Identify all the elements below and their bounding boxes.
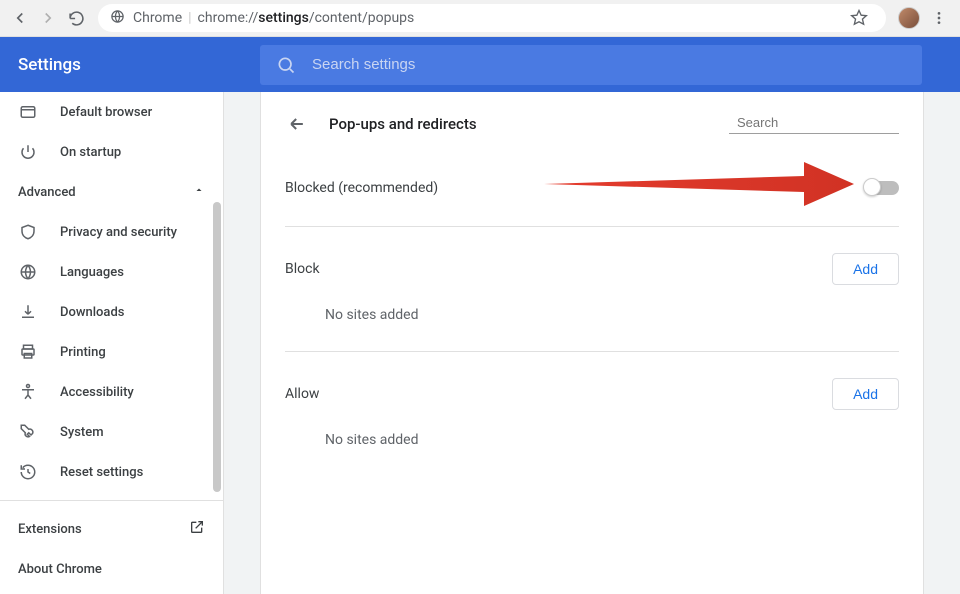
settings-search-input[interactable]: [312, 56, 906, 73]
page-search-input[interactable]: [737, 115, 913, 130]
url-label: Chrome: [133, 10, 182, 26]
settings-body: Default browser On startup Advanced Priv…: [0, 92, 960, 594]
sidebar-item-label: System: [60, 425, 104, 440]
back-arrow-button[interactable]: [285, 112, 309, 136]
block-empty-message: No sites added: [285, 293, 899, 337]
block-label: Block: [285, 261, 320, 277]
sidebar-item-label: Reset settings: [60, 465, 143, 480]
address-bar[interactable]: Chrome | chrome://settings/content/popup…: [98, 4, 886, 32]
block-section-header: Block Add: [285, 245, 899, 293]
main-area: Pop-ups and redirects Blocked (recommend…: [224, 92, 960, 594]
divider: [285, 351, 899, 352]
sidebar-item-printing[interactable]: Printing: [0, 332, 223, 372]
chrome-menu-icon[interactable]: [924, 3, 954, 33]
settings-header: Settings: [0, 37, 960, 92]
sidebar-item-downloads[interactable]: Downloads: [0, 292, 223, 332]
card-header: Pop-ups and redirects: [285, 112, 899, 136]
settings-card: Pop-ups and redirects Blocked (recommend…: [260, 92, 924, 594]
sidebar-item-label: On startup: [60, 145, 121, 160]
shield-icon: [18, 222, 38, 242]
toggle-label: Blocked (recommended): [285, 180, 438, 196]
accessibility-icon: [18, 382, 38, 402]
sidebar-item-label: Extensions: [18, 522, 82, 537]
sidebar-item-label: Downloads: [60, 305, 124, 320]
sidebar-item-reset[interactable]: Reset settings: [0, 452, 223, 492]
sidebar-item-on-startup[interactable]: On startup: [0, 132, 223, 172]
popups-toggle[interactable]: [865, 181, 899, 195]
reload-button[interactable]: [62, 4, 90, 32]
block-add-button[interactable]: Add: [832, 253, 899, 285]
toggle-knob: [863, 178, 881, 196]
site-info-icon[interactable]: [110, 9, 125, 28]
sidebar-item-label: Privacy and security: [60, 225, 177, 240]
forward-button[interactable]: [34, 4, 62, 32]
sidebar-item-extensions[interactable]: Extensions: [0, 509, 223, 549]
print-icon: [18, 342, 38, 362]
sidebar-item-system[interactable]: System: [0, 412, 223, 452]
download-icon: [18, 302, 38, 322]
search-icon: [276, 55, 296, 75]
bookmark-star-icon[interactable]: [844, 3, 874, 33]
allow-empty-message: No sites added: [285, 418, 899, 462]
sidebar-section-advanced[interactable]: Advanced: [0, 172, 223, 212]
chevron-up-icon: [193, 184, 205, 200]
sidebar-item-label: Languages: [60, 265, 124, 280]
browser-toolbar: Chrome | chrome://settings/content/popup…: [0, 0, 960, 37]
sidebar-item-accessibility[interactable]: Accessibility: [0, 372, 223, 412]
divider: [285, 226, 899, 227]
allow-section-header: Allow Add: [285, 370, 899, 418]
sidebar-item-privacy[interactable]: Privacy and security: [0, 212, 223, 252]
sidebar-item-languages[interactable]: Languages: [0, 252, 223, 292]
allow-add-button[interactable]: Add: [832, 378, 899, 410]
scrollbar-thumb[interactable]: [213, 202, 221, 492]
sidebar-section-label: Advanced: [18, 185, 76, 200]
external-link-icon: [189, 519, 205, 539]
profile-avatar[interactable]: [898, 7, 920, 29]
power-icon: [18, 142, 38, 162]
sidebar: Default browser On startup Advanced Priv…: [0, 92, 224, 594]
globe-icon: [18, 262, 38, 282]
restore-icon: [18, 462, 38, 482]
sidebar-item-label: Accessibility: [60, 385, 134, 400]
back-button[interactable]: [6, 4, 34, 32]
allow-label: Allow: [285, 386, 319, 402]
settings-title: Settings: [0, 55, 260, 75]
page-title: Pop-ups and redirects: [329, 115, 477, 133]
sidebar-item-label: Default browser: [60, 105, 152, 120]
sidebar-item-default-browser[interactable]: Default browser: [0, 92, 223, 132]
divider: [0, 500, 223, 501]
wrench-icon: [18, 422, 38, 442]
page-search[interactable]: [729, 115, 899, 134]
browser-icon: [18, 102, 38, 122]
sidebar-item-label: About Chrome: [18, 562, 102, 577]
sidebar-item-label: Printing: [60, 345, 106, 360]
blocked-toggle-row: Blocked (recommended): [285, 164, 899, 212]
sidebar-item-about[interactable]: About Chrome: [0, 549, 223, 589]
settings-search[interactable]: [260, 45, 922, 85]
